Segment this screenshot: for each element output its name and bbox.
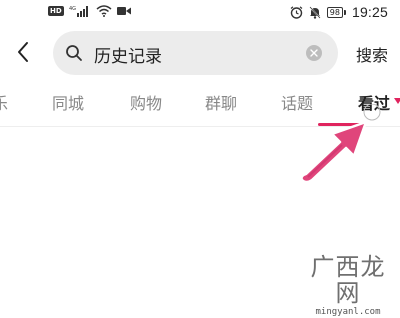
battery-level: 98	[326, 6, 343, 18]
back-icon	[18, 42, 28, 62]
search-button[interactable]: 搜索	[356, 42, 388, 66]
clear-button[interactable]	[306, 45, 322, 61]
hd-icon: HD	[48, 6, 64, 16]
clear-icon	[310, 49, 318, 57]
video-icon	[116, 7, 131, 15]
watermark-title: 广西龙网	[310, 253, 386, 307]
search-query: 历史记录	[94, 47, 162, 67]
battery-icon: 98	[326, 6, 346, 18]
status-bar: HD 4G 98 19:25	[0, 0, 400, 26]
tab-group-chat[interactable]: 群聊	[205, 90, 237, 114]
watermark: 广西龙网 mingyanl.com	[300, 254, 396, 318]
alarm-icon	[290, 5, 303, 19]
annotation-arrow-icon	[300, 104, 381, 184]
watermark-url: mingyanl.com	[315, 307, 381, 317]
back-button[interactable]	[10, 38, 36, 66]
tab-local[interactable]: 同城	[52, 90, 84, 114]
wifi-icon	[96, 5, 112, 17]
status-bar-left: HD 4G	[48, 5, 131, 17]
network-label: 4G	[69, 6, 76, 12]
mute-icon	[309, 5, 321, 19]
caret-down-icon	[394, 98, 400, 104]
tab-music[interactable]: 乐	[0, 90, 8, 114]
clock: 19:25	[351, 4, 388, 20]
search-input[interactable]: 历史记录	[53, 31, 338, 75]
status-bar-right: 98 19:25	[290, 4, 388, 20]
tab-shopping[interactable]: 购物	[130, 90, 162, 114]
search-icon	[66, 45, 82, 61]
signal-icon: 4G	[69, 6, 88, 17]
